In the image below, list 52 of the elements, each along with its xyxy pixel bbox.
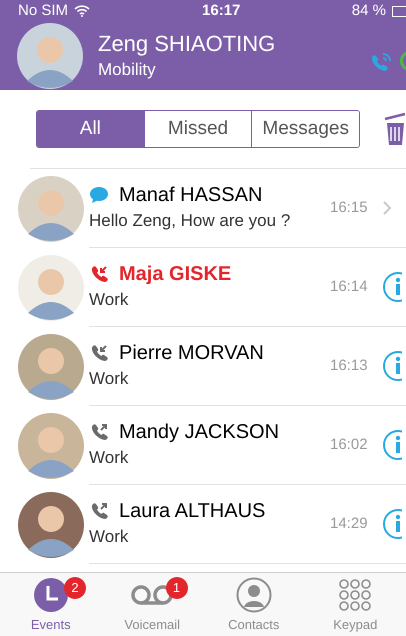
contact-name: Mandy JACKSON bbox=[119, 420, 280, 445]
notification-badge: 2 bbox=[64, 577, 86, 599]
user-name: Zeng SHIAOTING bbox=[98, 30, 276, 58]
clock-icon bbox=[32, 576, 69, 612]
chat-bubble-icon bbox=[89, 186, 109, 204]
wifi-call-icon[interactable] bbox=[370, 50, 394, 72]
filter-tab[interactable]: All bbox=[37, 111, 144, 147]
person-icon bbox=[236, 576, 272, 612]
event-detail: Work bbox=[89, 368, 130, 390]
tab-bar-item[interactable]: Events 2 bbox=[0, 573, 102, 636]
clock-time: 16:17 bbox=[202, 0, 240, 21]
avatar bbox=[18, 492, 84, 558]
event-time: 16:15 bbox=[330, 198, 368, 218]
carrier-label: No SIM bbox=[18, 0, 68, 21]
contact-name: Pierre MORVAN bbox=[119, 341, 264, 366]
battery-icon bbox=[392, 6, 406, 16]
avatar bbox=[17, 23, 83, 89]
trash-icon[interactable] bbox=[384, 111, 406, 147]
notification-badge: 1 bbox=[166, 577, 188, 599]
voicemail-icon bbox=[130, 582, 174, 606]
info-icon[interactable] bbox=[382, 350, 402, 382]
event-detail: Work bbox=[89, 289, 130, 311]
info-icon[interactable] bbox=[382, 271, 402, 303]
event-time: 14:29 bbox=[330, 514, 368, 534]
contact-name: Manaf HASSAN bbox=[119, 183, 262, 208]
chevron-right-icon[interactable] bbox=[382, 200, 392, 216]
wifi-icon bbox=[74, 5, 90, 17]
event-detail: Work bbox=[89, 526, 130, 548]
user-status: Mobility bbox=[98, 59, 157, 81]
avatar bbox=[18, 334, 84, 400]
avatar bbox=[18, 176, 84, 242]
battery-percent: 84 % bbox=[352, 0, 386, 21]
event-time: 16:13 bbox=[330, 356, 368, 376]
avatar bbox=[18, 412, 84, 478]
tab-bar-item[interactable]: Keypad bbox=[304, 573, 406, 636]
contact-name: Maja GISKE bbox=[119, 262, 232, 287]
keypad-icon bbox=[338, 578, 372, 612]
tab-bar-item[interactable]: Voicemail 1 bbox=[102, 573, 203, 636]
avatar bbox=[18, 254, 84, 320]
event-time: 16:02 bbox=[330, 434, 368, 455]
filter-tab[interactable]: Messages bbox=[251, 111, 359, 147]
event-time: 16:14 bbox=[330, 276, 368, 297]
info-icon[interactable] bbox=[382, 508, 402, 540]
event-detail: Hello Zeng, How are you ? bbox=[89, 210, 292, 232]
incoming-call-icon bbox=[89, 343, 109, 363]
event-detail: Work bbox=[89, 447, 130, 469]
info-icon[interactable] bbox=[382, 429, 402, 461]
outgoing-call-icon bbox=[89, 422, 109, 442]
contact-name: Laura ALTHAUS bbox=[119, 499, 266, 524]
outgoing-call-icon bbox=[89, 501, 109, 521]
incoming-call-icon bbox=[89, 264, 109, 284]
tab-bar-item[interactable]: Contacts bbox=[203, 573, 304, 636]
